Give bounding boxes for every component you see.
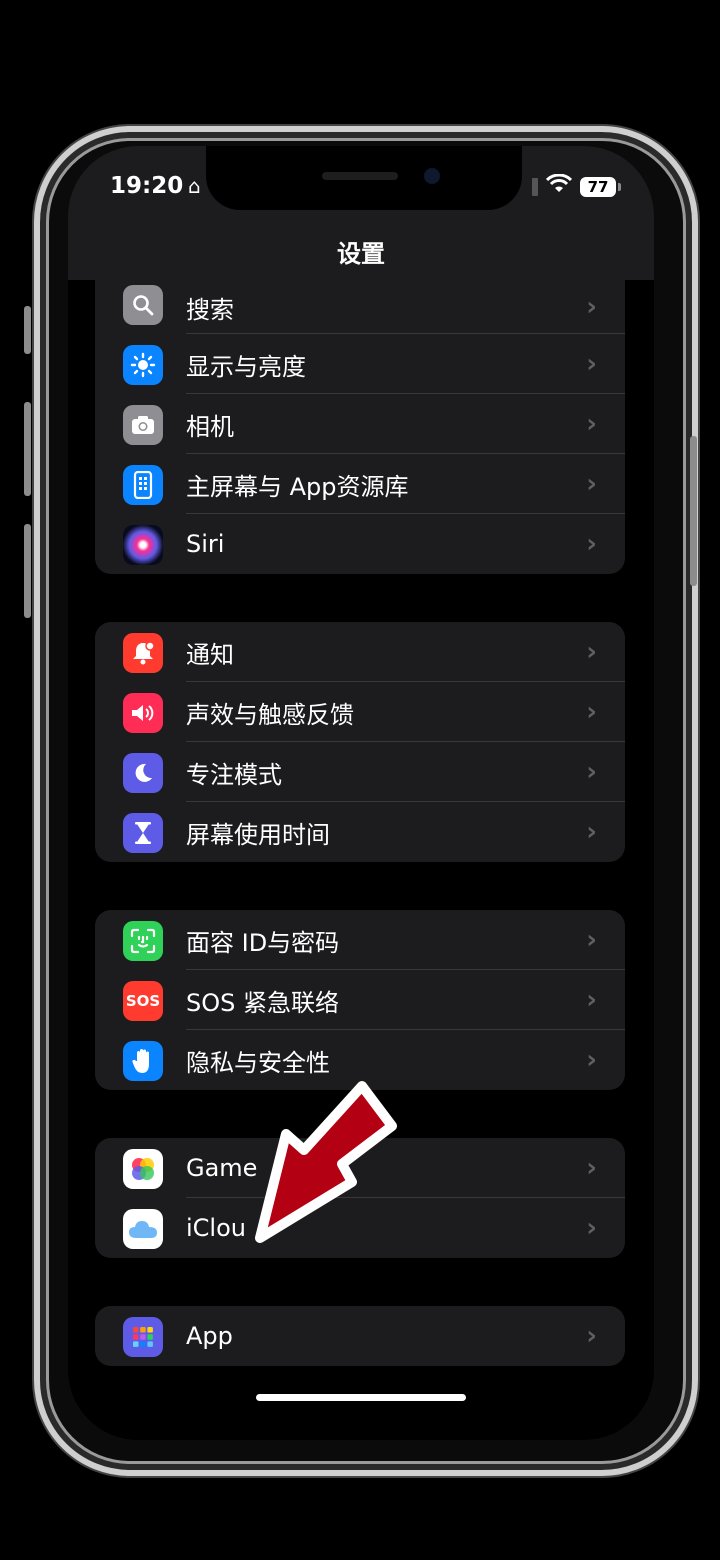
navigation-bar: 19:20 ⌂ 77 设置 <box>68 146 654 280</box>
chevron-right-icon: › <box>586 697 597 727</box>
settings-row-focus[interactable]: 专注模式 › <box>95 742 625 802</box>
status-time: 19:20 <box>110 173 184 199</box>
settings-row-notifications[interactable]: 通知 › <box>95 622 625 682</box>
settings-row-display[interactable]: 显示与亮度 › <box>95 334 625 394</box>
mute-switch <box>24 306 31 354</box>
volume-up-button <box>24 402 31 496</box>
settings-row-label: 屏幕使用时间 <box>186 820 330 849</box>
settings-row-label: App <box>186 1322 233 1350</box>
hourglass-icon <box>123 813 163 853</box>
app-grid-icon <box>123 1317 163 1357</box>
siri-icon <box>123 525 163 565</box>
settings-group-3: 面容 ID与密码 › SOS SOS 紧急联络 › 隐私与安全性 › <box>95 910 625 1090</box>
chevron-right-icon: › <box>586 349 597 379</box>
speaker-icon <box>123 693 163 733</box>
settings-row-label: iClou <box>186 1214 246 1242</box>
bell-icon <box>123 633 163 673</box>
chevron-right-icon: › <box>586 757 597 787</box>
home-indicator[interactable] <box>256 1394 466 1401</box>
settings-group-5: App › <box>95 1306 625 1366</box>
settings-row-home-screen[interactable]: 主屏幕与 App资源库 › <box>95 454 625 514</box>
chevron-right-icon: › <box>586 529 597 559</box>
chevron-right-icon: › <box>586 817 597 847</box>
settings-row-search[interactable]: 搜索 › <box>95 280 625 334</box>
power-button <box>690 436 697 586</box>
settings-row-label: 面容 ID与密码 <box>186 928 340 957</box>
home-status-icon: ⌂ <box>188 174 201 198</box>
chevron-right-icon: › <box>586 409 597 439</box>
volume-down-button <box>24 524 31 618</box>
home-screen-icon <box>123 465 163 505</box>
hand-icon <box>123 1041 163 1081</box>
settings-row-label: 专注模式 <box>186 760 282 789</box>
settings-row-screen-time[interactable]: 屏幕使用时间 › <box>95 802 625 862</box>
sun-icon <box>123 345 163 385</box>
page-title: 设置 <box>337 240 385 268</box>
chevron-right-icon: › <box>586 469 597 499</box>
settings-row-label: 通知 <box>186 640 234 669</box>
front-camera <box>424 168 440 184</box>
settings-row-camera[interactable]: 相机 › <box>95 394 625 454</box>
settings-group-1: 搜索 › 显示与亮度 › 相机 › 主屏幕与 App资源库 › Siri › <box>95 280 625 574</box>
battery-icon: 77 <box>580 176 621 197</box>
settings-row-label: Siri <box>186 530 225 558</box>
status-indicators: 77 <box>532 173 621 199</box>
sos-icon: SOS <box>123 981 163 1021</box>
camera-icon <box>123 405 163 445</box>
settings-row-label: 声效与触感反馈 <box>186 700 354 729</box>
chevron-right-icon: › <box>586 1045 597 1075</box>
earpiece-speaker <box>322 172 398 180</box>
chevron-right-icon: › <box>586 1213 597 1243</box>
face-id-icon <box>123 921 163 961</box>
game-center-icon <box>123 1149 163 1189</box>
settings-row-sounds[interactable]: 声效与触感反馈 › <box>95 682 625 742</box>
settings-row-label: 搜索 <box>186 295 234 324</box>
chevron-right-icon: › <box>586 1153 597 1183</box>
chevron-right-icon: › <box>586 985 597 1015</box>
search-icon <box>123 285 163 325</box>
icloud-icon <box>123 1209 163 1249</box>
settings-group-2: 通知 › 声效与触感反馈 › 专注模式 › 屏幕使用时间 › <box>95 622 625 862</box>
settings-row-label: 主屏幕与 App资源库 <box>186 472 409 501</box>
chevron-right-icon: › <box>586 292 597 322</box>
chevron-right-icon: › <box>586 925 597 955</box>
settings-row-siri[interactable]: Siri › <box>95 514 625 574</box>
settings-row-label: 显示与亮度 <box>186 352 306 381</box>
chevron-right-icon: › <box>586 1321 597 1351</box>
moon-icon <box>123 753 163 793</box>
settings-row-face-id[interactable]: 面容 ID与密码 › <box>95 910 625 970</box>
settings-row-label: 相机 <box>186 412 234 441</box>
chevron-right-icon: › <box>586 637 597 667</box>
wifi-icon <box>545 173 573 199</box>
settings-row-sos[interactable]: SOS SOS 紧急联络 › <box>95 970 625 1030</box>
cellular-signal-icon <box>532 177 538 196</box>
settings-row-app[interactable]: App › <box>95 1306 625 1366</box>
red-arrow-icon <box>255 1081 397 1243</box>
settings-row-label: SOS 紧急联络 <box>186 988 339 1017</box>
